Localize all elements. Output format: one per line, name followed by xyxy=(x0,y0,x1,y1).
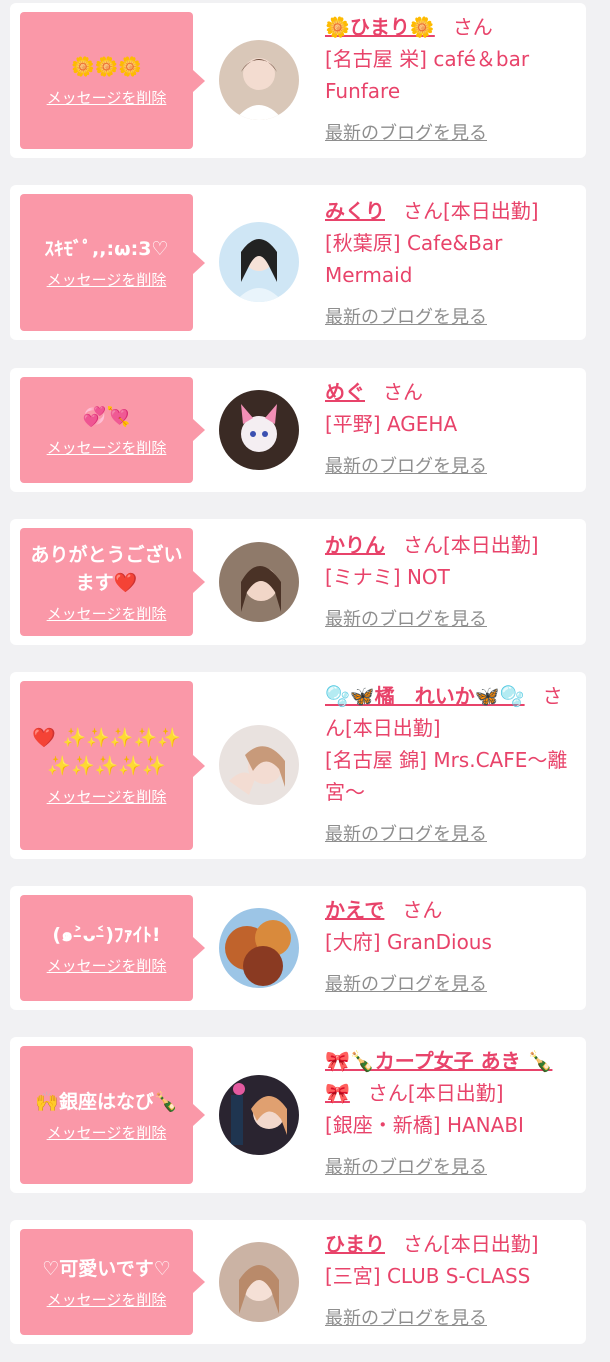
cast-info: かえで さん [大府] GranDious 最新のブログを見る xyxy=(325,894,580,996)
delete-message-link[interactable]: メッセージを削除 xyxy=(47,269,167,290)
honorific: さん xyxy=(403,199,443,223)
message-card: ♡可愛いです♡ メッセージを削除 ひまり さん[本日出勤] [三宮] CLUB S… xyxy=(10,1220,586,1344)
cast-name-link[interactable]: かりん xyxy=(325,533,385,557)
avatar-photo-icon xyxy=(219,1242,299,1322)
latest-blog-link[interactable]: 最新のブログを見る xyxy=(325,1304,487,1330)
avatar[interactable] xyxy=(219,1075,299,1155)
cast-info: かりん さん[本日出勤] [ミナミ] NOT 最新のブログを見る xyxy=(325,529,580,631)
honorific: さん xyxy=(402,898,443,922)
avatar-photo-icon xyxy=(219,725,299,805)
delete-message-link[interactable]: メッセージを削除 xyxy=(47,437,167,458)
latest-blog-link[interactable]: 最新のブログを見る xyxy=(325,303,487,329)
honorific: さん xyxy=(383,380,423,404)
avatar[interactable] xyxy=(219,40,299,120)
message-text: (๑˃̵ᴗ˂̵)ﾌｧｲﾄ! xyxy=(52,923,161,946)
shop-name: [平野] AGEHA xyxy=(325,412,458,436)
latest-blog-link[interactable]: 最新のブログを見る xyxy=(325,1153,487,1179)
message-card: ｽｷﾓﾞﾟ,,:ω:3♡ メッセージを削除 みくり さん[本日出勤] [秋葉原] … xyxy=(10,185,586,340)
message-bubble: 🙌銀座はなび🍾 メッセージを削除 xyxy=(20,1046,205,1184)
cast-info: 🌼ひまり🌼 さん [名古屋 栄] café＆bar Funfare 最新のブログを… xyxy=(325,11,580,145)
cast-name-link[interactable]: 🌼ひまり🌼 xyxy=(325,15,435,39)
message-card: 🙌銀座はなび🍾 メッセージを削除 🎀🍾カープ女子 あき 🍾🎀 さん[本日出勤] [… xyxy=(10,1037,586,1193)
message-text: ｽｷﾓﾞﾟ,,:ω:3♡ xyxy=(44,238,169,260)
cast-name-link[interactable]: 🫧🦋橘 れいか🦋🫧 xyxy=(325,684,525,708)
message-card: ありがとうございます❤️ メッセージを削除 かりん さん[本日出勤] [ミナミ] … xyxy=(10,519,586,645)
message-bubble: ありがとうございます❤️ メッセージを削除 xyxy=(20,528,205,636)
delete-message-link[interactable]: メッセージを削除 xyxy=(47,786,167,807)
message-card: ❤️ ✨✨✨✨✨✨✨✨✨✨ メッセージを削除 🫧🦋橘 れいか🦋🫧 さん[本日出勤]… xyxy=(10,672,586,859)
cast-info: 🫧🦋橘 れいか🦋🫧 さん[本日出勤] [名古屋 錦] Mrs.CAFE～離宮～ 最… xyxy=(325,680,580,846)
honorific: さん xyxy=(403,533,443,557)
shop-name: [名古屋 栄] café＆bar Funfare xyxy=(325,47,530,103)
avatar-photo-icon xyxy=(219,542,299,622)
message-text: ありがとうございます❤️ xyxy=(30,543,183,594)
message-bubble: (๑˃̵ᴗ˂̵)ﾌｧｲﾄ! メッセージを削除 xyxy=(20,895,205,1001)
status-badge: [本日出勤] xyxy=(345,716,441,740)
status-badge: [本日出勤] xyxy=(443,199,539,223)
message-bubble: ｽｷﾓﾞﾟ,,:ω:3♡ メッセージを削除 xyxy=(20,194,205,331)
avatar[interactable] xyxy=(219,222,299,302)
latest-blog-link[interactable]: 最新のブログを見る xyxy=(325,605,487,631)
message-bubble: ❤️ ✨✨✨✨✨✨✨✨✨✨ メッセージを削除 xyxy=(20,681,205,850)
message-text: 🌼🌼🌼 xyxy=(71,56,142,78)
message-bubble: ♡可愛いです♡ メッセージを削除 xyxy=(20,1229,205,1335)
shop-name: [ミナミ] NOT xyxy=(325,565,450,589)
message-card: (๑˃̵ᴗ˂̵)ﾌｧｲﾄ! メッセージを削除 かえで さん [大府] GranDi… xyxy=(10,886,586,1010)
avatar[interactable] xyxy=(219,725,299,805)
latest-blog-link[interactable]: 最新のブログを見る xyxy=(325,820,487,846)
latest-blog-link[interactable]: 最新のブログを見る xyxy=(325,970,487,996)
shop-name: [大府] GranDious xyxy=(325,930,492,954)
avatar-photo-icon xyxy=(219,1075,299,1155)
cast-info: みくり さん[本日出勤] [秋葉原] Cafe&Bar Mermaid 最新のブロ… xyxy=(325,195,580,329)
honorific: さん xyxy=(452,15,493,39)
cast-info: めぐ さん [平野] AGEHA 最新のブログを見る xyxy=(325,376,580,478)
avatar[interactable] xyxy=(219,390,299,470)
cast-name-link[interactable]: みくり xyxy=(325,199,385,223)
cast-info: 🎀🍾カープ女子 あき 🍾🎀 さん[本日出勤] [銀座・新橋] HANABI 最新の… xyxy=(325,1045,580,1179)
message-text: ❤️ ✨✨✨✨✨✨✨✨✨✨ xyxy=(32,727,181,777)
avatar[interactable] xyxy=(219,1242,299,1322)
avatar[interactable] xyxy=(219,908,299,988)
shop-name: [三宮] CLUB S-CLASS xyxy=(325,1264,531,1288)
delete-message-link[interactable]: メッセージを削除 xyxy=(47,603,167,624)
latest-blog-link[interactable]: 最新のブログを見る xyxy=(325,119,487,145)
status-badge: [本日出勤] xyxy=(443,533,539,557)
avatar-photo-icon xyxy=(219,390,299,470)
honorific: さん xyxy=(367,1081,408,1105)
status-badge: [本日出勤] xyxy=(407,1081,504,1105)
message-card: 💞💘 メッセージを削除 めぐ さん [平野] AGEHA 最新のブログを見る xyxy=(10,368,586,492)
avatar-photo-icon xyxy=(219,40,299,120)
cast-name-link[interactable]: かえで xyxy=(325,898,384,922)
delete-message-link[interactable]: メッセージを削除 xyxy=(47,955,167,976)
delete-message-link[interactable]: メッセージを削除 xyxy=(47,87,167,108)
shop-name: [銀座・新橋] HANABI xyxy=(325,1113,524,1137)
message-bubble: 💞💘 メッセージを削除 xyxy=(20,377,205,483)
status-badge: [本日出勤] xyxy=(443,1232,539,1256)
message-text: 🙌銀座はなび🍾 xyxy=(35,1090,178,1113)
cast-name-link[interactable]: めぐ xyxy=(325,380,365,404)
delete-message-link[interactable]: メッセージを削除 xyxy=(47,1289,167,1310)
honorific: さん xyxy=(403,1232,443,1256)
message-bubble: 🌼🌼🌼 メッセージを削除 xyxy=(20,12,205,149)
delete-message-link[interactable]: メッセージを削除 xyxy=(47,1122,167,1143)
message-text: ♡可愛いです♡ xyxy=(42,1257,171,1280)
message-card: 🌼🌼🌼 メッセージを削除 🌼ひまり🌼 さん [名古屋 栄] café＆bar Fu… xyxy=(10,3,586,158)
cast-info: ひまり さん[本日出勤] [三宮] CLUB S-CLASS 最新のブログを見る xyxy=(325,1228,580,1330)
avatar-photo-icon xyxy=(219,222,299,302)
shop-name: [名古屋 錦] Mrs.CAFE～離宮～ xyxy=(325,748,568,804)
shop-name: [秋葉原] Cafe&Bar Mermaid xyxy=(325,231,503,287)
cast-name-link[interactable]: ひまり xyxy=(325,1232,385,1256)
latest-blog-link[interactable]: 最新のブログを見る xyxy=(325,452,487,478)
avatar[interactable] xyxy=(219,542,299,622)
avatar-photo-icon xyxy=(219,908,299,988)
message-text: 💞💘 xyxy=(82,405,131,428)
